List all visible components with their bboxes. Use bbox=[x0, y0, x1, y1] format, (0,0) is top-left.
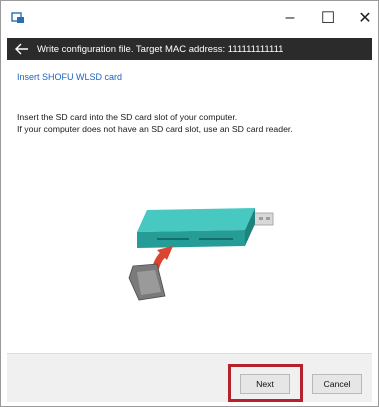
card-reader bbox=[137, 208, 255, 248]
app-window: – ☐ ✕ Write configuration file. Target M… bbox=[0, 0, 379, 407]
close-button[interactable]: ✕ bbox=[345, 1, 379, 34]
instruction-line: If your computer does not have an SD car… bbox=[17, 124, 293, 134]
app-icon bbox=[11, 12, 24, 23]
footer-bar: Next Cancel bbox=[7, 353, 372, 402]
cancel-button[interactable]: Cancel bbox=[312, 374, 362, 394]
sd-card bbox=[128, 263, 166, 301]
instruction-line: Insert the SD card into the SD card slot… bbox=[17, 112, 238, 122]
content-area: Insert SHOFU WLSD card Insert the SD car… bbox=[7, 60, 372, 353]
usb-connector bbox=[252, 212, 274, 226]
page-header: Write configuration file. Target MAC add… bbox=[7, 38, 372, 60]
arrow-left-icon bbox=[15, 43, 28, 55]
page-title: Write configuration file. Target MAC add… bbox=[37, 43, 284, 55]
instructions: Insert the SD card into the SD card slot… bbox=[17, 111, 367, 135]
section-title: Insert SHOFU WLSD card bbox=[17, 72, 123, 82]
sd-card-reader-illustration bbox=[128, 208, 274, 301]
next-button[interactable]: Next bbox=[240, 374, 290, 394]
minimize-button[interactable]: – bbox=[270, 1, 310, 34]
maximize-button[interactable]: ☐ bbox=[308, 1, 348, 34]
title-bar: – ☐ ✕ bbox=[1, 1, 378, 34]
back-button[interactable] bbox=[7, 38, 37, 60]
